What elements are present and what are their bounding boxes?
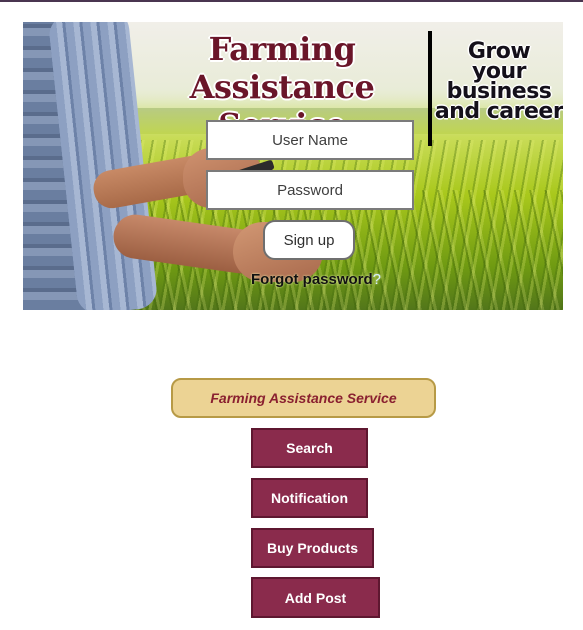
add-post-button[interactable]: Add Post (251, 577, 380, 618)
notification-button[interactable]: Notification (251, 478, 368, 518)
search-button[interactable]: Search (251, 428, 368, 468)
forgot-password-text: Forgot password (251, 271, 373, 288)
hero-title-line: Farming Assistance (189, 30, 375, 106)
app-title-banner: Farming Assistance Service (171, 378, 436, 418)
forgot-password-link[interactable]: Forgot password? (251, 271, 381, 288)
vertical-divider (428, 31, 432, 146)
password-input[interactable] (206, 170, 414, 210)
buy-products-button[interactable]: Buy Products (251, 528, 374, 568)
hero-tagline: Grow your business and career (433, 41, 563, 124)
forgot-password-question-mark: ? (372, 271, 382, 288)
hero-banner: Farming Assistance Service Grow your bus… (23, 22, 563, 310)
top-border-line (0, 0, 583, 2)
username-input[interactable] (206, 120, 414, 160)
tagline-line: and career (434, 99, 563, 124)
signup-button[interactable]: Sign up (263, 220, 355, 260)
